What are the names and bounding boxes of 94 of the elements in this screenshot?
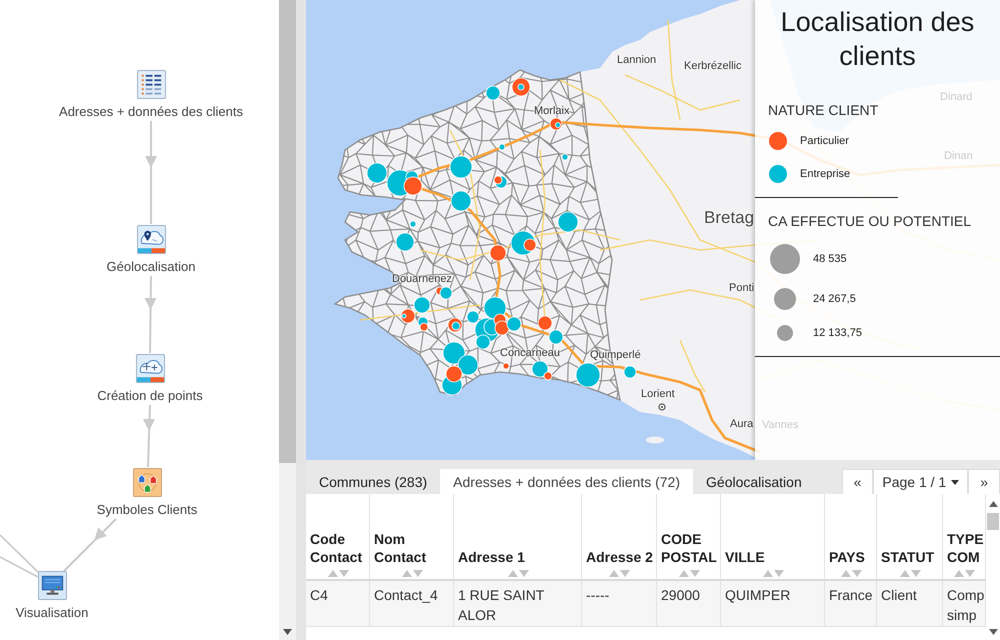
place-label: Aura <box>730 417 754 431</box>
node-label: Géolocalisation <box>106 259 196 275</box>
sort-icon <box>840 570 862 577</box>
place-label: Ponti <box>729 281 754 295</box>
map-marker <box>490 244 506 262</box>
city-dot-icon <box>658 403 666 411</box>
map-pin-icon[interactable] <box>136 225 166 254</box>
table-icon[interactable] <box>136 70 166 99</box>
scroll-down-icon[interactable] <box>988 629 998 635</box>
column-header[interactable]: VILLE <box>721 494 825 581</box>
place-label: Kerbrézellic <box>684 59 742 73</box>
map-marker <box>450 156 472 178</box>
legend-heading: NATURE CLIENT <box>768 101 878 119</box>
page-dropdown[interactable]: Page 1 / 1 <box>873 469 968 494</box>
column-header[interactable]: STATUT <box>877 494 943 581</box>
houses-icon[interactable] <box>132 468 162 497</box>
place-label: Morlaix <box>534 104 570 118</box>
table-cell: France <box>825 581 877 627</box>
sort-icon <box>900 570 922 577</box>
legend-label: 24 267,5 <box>813 292 856 306</box>
legend-label: 12 133,75 <box>813 326 862 340</box>
place-label: Quimperlé <box>590 348 641 362</box>
table-cell: ----- <box>582 581 657 627</box>
sort-icon <box>954 570 976 577</box>
column-header[interactable]: Adresse 2 <box>582 494 657 581</box>
column-header[interactable]: Nom Contact <box>370 494 454 581</box>
table-cell: Comp simp <box>943 581 986 627</box>
map-marker <box>576 362 600 388</box>
table-cell: C4 <box>306 581 370 627</box>
map-marker <box>502 362 510 370</box>
map-marker <box>498 144 506 150</box>
place-label: Douarnenez <box>392 272 452 286</box>
map-marker <box>446 366 462 382</box>
sort-icon <box>328 570 350 577</box>
place-label: Concarneau <box>500 346 560 360</box>
connector-arrow <box>63 518 117 572</box>
place-label: Lannion <box>617 53 656 67</box>
map-marker <box>538 316 552 330</box>
node-label: Adresses + données des clients <box>59 104 243 120</box>
table-cell: 29000 <box>657 581 721 627</box>
table-cell: 1 RUE SAINT ALOR <box>454 581 582 627</box>
scroll-up-icon[interactable] <box>988 501 998 507</box>
place-label: Lorient <box>641 387 675 401</box>
column-header[interactable]: TYPE COM <box>943 494 986 581</box>
legend-circle-icon <box>777 325 793 341</box>
scroll-down-icon[interactable] <box>283 629 292 635</box>
caret-icon <box>951 480 960 484</box>
map-marker <box>442 342 466 364</box>
tab[interactable]: Géolocalisation <box>693 469 815 494</box>
previous-page-button[interactable]: « <box>842 469 874 494</box>
legend-title: Localisation des clients <box>780 6 976 73</box>
node-label: Création de points <box>97 388 203 404</box>
map-marker <box>624 366 636 378</box>
column-header[interactable]: Adresse 1 <box>454 494 582 581</box>
sort-icon <box>402 570 424 577</box>
sort-icon <box>508 570 530 577</box>
map-marker <box>486 86 500 100</box>
connector-arrow <box>143 404 155 468</box>
scrollbar[interactable] <box>279 0 296 640</box>
map-marker <box>414 296 430 314</box>
map-marker <box>450 190 472 212</box>
monitor-icon[interactable] <box>38 571 66 600</box>
map-marker <box>410 220 416 228</box>
sort-icon <box>678 570 700 577</box>
legend-circle-icon <box>770 244 800 274</box>
sort-icon <box>762 570 784 577</box>
tab[interactable]: Communes (283) <box>306 469 440 494</box>
map-marker <box>458 354 478 376</box>
legend-circle-icon <box>774 288 796 310</box>
column-header[interactable]: CODE POSTAL <box>657 494 721 581</box>
legend-label: Entreprise <box>800 167 850 181</box>
map-marker <box>562 154 568 160</box>
map-marker <box>396 232 414 252</box>
column-header[interactable]: Code Contact <box>306 494 370 581</box>
tab[interactable]: Adresses + données des clients (72) <box>440 469 694 494</box>
next-page-button[interactable]: » <box>968 469 1000 494</box>
node-label: Visualisation <box>16 605 88 621</box>
table-cell: QUIMPER <box>721 581 825 627</box>
region-label: Bretag <box>704 208 754 228</box>
sort-icon <box>609 570 631 577</box>
map-marker <box>548 330 564 344</box>
map-marker <box>558 212 578 232</box>
legend-heading: CA EFFECTUE OU POTENTIEL <box>768 212 972 230</box>
column-header[interactable]: PAYS <box>825 494 877 581</box>
map-marker <box>420 322 428 332</box>
scrollbar-thumb[interactable] <box>279 0 296 463</box>
scrollbar-thumb[interactable] <box>987 513 999 530</box>
table-cell: Client <box>877 581 943 627</box>
legend-label: 48 535 <box>813 252 847 266</box>
map-marker <box>366 162 388 184</box>
legend-label: Particulier <box>800 134 849 148</box>
table-cell: Contact_4 <box>370 581 454 627</box>
map-points-icon[interactable] <box>136 354 164 383</box>
node-label: Symboles Clients <box>96 502 198 518</box>
